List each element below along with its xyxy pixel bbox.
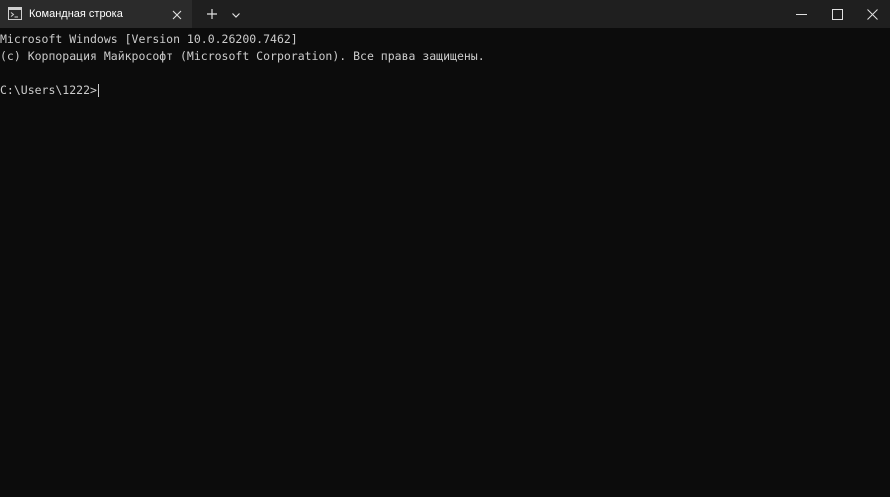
terminal-window: Командная строка Microsoft Windows [Vers… [0,0,890,497]
text-cursor [97,84,99,97]
terminal-icon [8,7,22,20]
tab-title: Командная строка [29,8,123,20]
chevron-down-icon[interactable] [230,8,242,20]
close-icon[interactable] [171,8,183,20]
close-button[interactable] [853,0,890,28]
maximize-icon [832,9,843,20]
output-line: Microsoft Windows [Version 10.0.26200.74… [0,32,298,46]
title-bar: Командная строка [0,0,890,28]
plus-icon[interactable] [204,6,220,22]
tab-command-prompt[interactable]: Командная строка [0,0,192,28]
output-line: (c) Корпорация Майкрософт (Microsoft Cor… [0,49,485,63]
command-prompt: C:\Users\1222> [0,83,97,97]
prompt-line[interactable]: C:\Users\1222> [0,82,890,99]
close-icon [867,9,878,20]
minimize-button[interactable] [782,0,822,28]
terminal-output[interactable]: Microsoft Windows [Version 10.0.26200.74… [0,28,890,497]
maximize-button[interactable] [818,0,858,28]
minimize-icon [796,14,807,15]
